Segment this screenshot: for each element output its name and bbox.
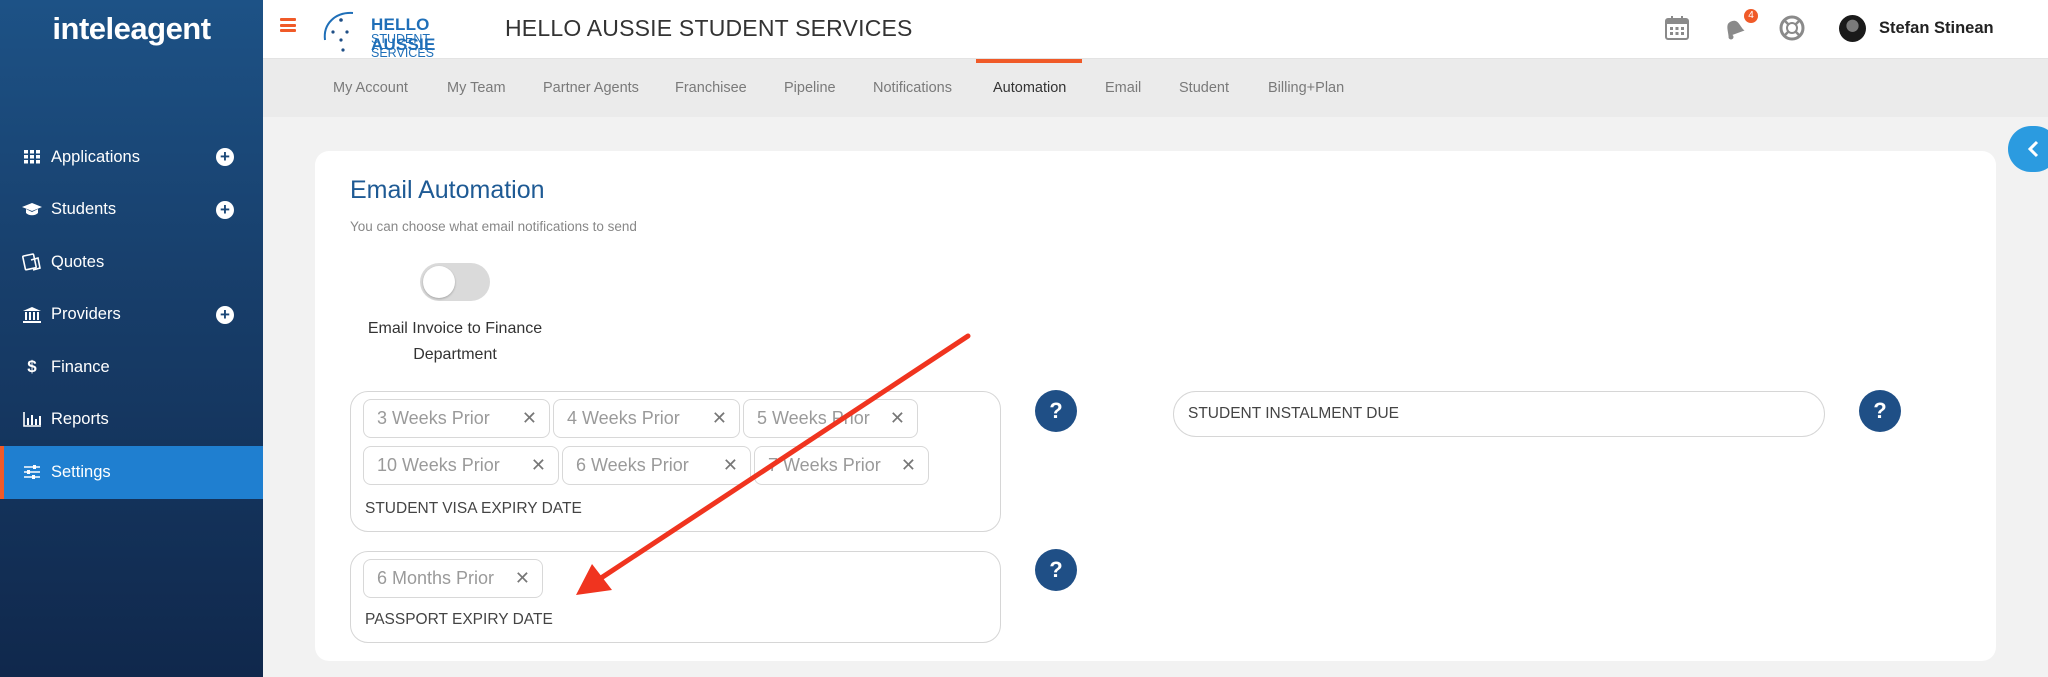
sidebar-item-label: Settings <box>51 462 111 481</box>
sidebar-item-label: Finance <box>51 357 110 376</box>
student-instalment-due-field[interactable]: STUDENT INSTALMENT DUE <box>1173 391 1825 437</box>
student-visa-expiry-field[interactable]: 3 Weeks Prior ✕ 4 Weeks Prior ✕ 5 Weeks Pr… <box>350 391 1001 532</box>
field-value: STUDENT INSTALMENT DUE <box>1188 405 1399 422</box>
remove-chip-icon[interactable]: ✕ <box>522 400 537 436</box>
add-student-button[interactable]: + <box>216 200 234 219</box>
collapse-panel-button[interactable] <box>2008 126 2048 172</box>
add-application-button[interactable]: + <box>216 148 234 167</box>
chip-label: 7 Weeks Prior <box>768 455 881 475</box>
email-invoice-toggle[interactable] <box>420 263 490 301</box>
chip: 10 Weeks Prior ✕ <box>363 446 559 485</box>
sliders-icon <box>22 462 42 482</box>
quotes-icon <box>22 252 42 272</box>
bar-chart-icon <box>22 410 42 430</box>
sidebar: inteleagent Applications + Students + Qu… <box>0 0 263 677</box>
remove-chip-icon[interactable]: ✕ <box>515 560 530 596</box>
passport-help-button[interactable]: ? <box>1035 549 1077 591</box>
sidebar-item-finance[interactable]: $ Finance <box>0 341 263 394</box>
tab-email[interactable]: Email <box>1105 59 1141 117</box>
sidebar-item-quotes[interactable]: Quotes <box>0 236 263 289</box>
sidebar-item-label: Reports <box>51 410 109 429</box>
remove-chip-icon[interactable]: ✕ <box>712 400 727 436</box>
notification-count-badge: 4 <box>1744 9 1758 23</box>
sidebar-item-students[interactable]: Students + <box>0 184 263 237</box>
settings-tabs: My Account My Team Partner Agents Franch… <box>263 59 2048 117</box>
chip-label: 5 Weeks Prior <box>757 408 870 428</box>
section-title: Email Automation <box>350 176 545 204</box>
top-bar: HELLO AUSSIE STUDENT SERVICES HELLO AUSS… <box>263 0 2048 60</box>
sidebar-item-label: Applications <box>51 147 140 166</box>
tab-notifications[interactable]: Notifications <box>873 59 952 117</box>
remove-chip-icon[interactable]: ✕ <box>531 447 546 483</box>
grid-icon <box>22 147 42 167</box>
toggle-knob <box>423 266 455 298</box>
chip-label: 10 Weeks Prior <box>377 455 500 475</box>
tab-student[interactable]: Student <box>1179 59 1229 117</box>
chip: 3 Weeks Prior ✕ <box>363 399 550 438</box>
chip: 4 Weeks Prior ✕ <box>553 399 740 438</box>
bank-icon <box>22 305 42 325</box>
tab-my-account[interactable]: My Account <box>333 59 408 117</box>
chip: 6 Months Prior ✕ <box>363 559 543 598</box>
chevron-left-icon <box>2027 140 2039 158</box>
sidebar-nav: Applications + Students + Quotes Provide… <box>0 131 263 499</box>
remove-chip-icon[interactable]: ✕ <box>723 447 738 483</box>
instalment-help-button[interactable]: ? <box>1859 390 1901 432</box>
section-subtitle: You can choose what email notifications … <box>350 219 637 234</box>
visa-help-button[interactable]: ? <box>1035 390 1077 432</box>
calendar-icon[interactable] <box>1663 14 1691 42</box>
sidebar-item-providers[interactable]: Providers + <box>0 289 263 342</box>
remove-chip-icon[interactable]: ✕ <box>901 447 916 483</box>
graduation-cap-icon <box>22 200 42 220</box>
chip: 5 Weeks Prior ✕ <box>743 399 918 438</box>
passport-expiry-field[interactable]: 6 Months Prior ✕ PASSPORT EXPIRY DATE <box>350 551 1001 643</box>
sidebar-item-settings[interactable]: Settings <box>0 446 263 499</box>
brand-tagline: STUDENT SERVICES <box>371 32 434 60</box>
tab-partner-agents[interactable]: Partner Agents <box>543 59 639 117</box>
remove-chip-icon[interactable]: ✕ <box>890 400 905 436</box>
chip-label: 6 Months Prior <box>377 568 495 588</box>
sidebar-item-reports[interactable]: Reports <box>0 394 263 447</box>
active-tab-indicator <box>976 59 1082 63</box>
sidebar-item-applications[interactable]: Applications + <box>0 131 263 184</box>
field-label: PASSPORT EXPIRY DATE <box>365 611 553 628</box>
tab-automation[interactable]: Automation <box>993 59 1066 117</box>
tab-pipeline[interactable]: Pipeline <box>784 59 836 117</box>
tab-my-team[interactable]: My Team <box>447 59 506 117</box>
user-name[interactable]: Stefan Stinean <box>1879 19 1994 38</box>
menu-icon[interactable] <box>280 18 296 32</box>
dollar-icon: $ <box>27 357 37 377</box>
add-provider-button[interactable]: + <box>216 305 234 324</box>
chip-label: 4 Weeks Prior <box>567 408 680 428</box>
app-logo: inteleagent <box>52 11 211 46</box>
chip: 6 Weeks Prior ✕ <box>562 446 751 485</box>
chip: 7 Weeks Prior ✕ <box>754 446 929 485</box>
chip-label: 6 Weeks Prior <box>576 455 689 475</box>
field-label: STUDENT VISA EXPIRY DATE <box>365 500 582 517</box>
southern-cross-icon <box>323 11 354 52</box>
page-title: HELLO AUSSIE STUDENT SERVICES <box>505 15 913 41</box>
avatar[interactable] <box>1839 15 1866 42</box>
help-lifebuoy-icon[interactable] <box>1778 14 1806 42</box>
tab-franchisee[interactable]: Franchisee <box>675 59 747 117</box>
tab-billing-plan[interactable]: Billing+Plan <box>1268 59 1344 117</box>
sidebar-item-label: Students <box>51 200 117 219</box>
sidebar-item-label: Quotes <box>51 252 105 271</box>
sidebar-item-label: Providers <box>51 305 121 324</box>
chip-label: 3 Weeks Prior <box>377 408 490 428</box>
brand-logo: HELLO AUSSIE STUDENT SERVICES <box>321 10 491 60</box>
toggle-label: Email Invoice to Finance Department <box>367 320 543 363</box>
